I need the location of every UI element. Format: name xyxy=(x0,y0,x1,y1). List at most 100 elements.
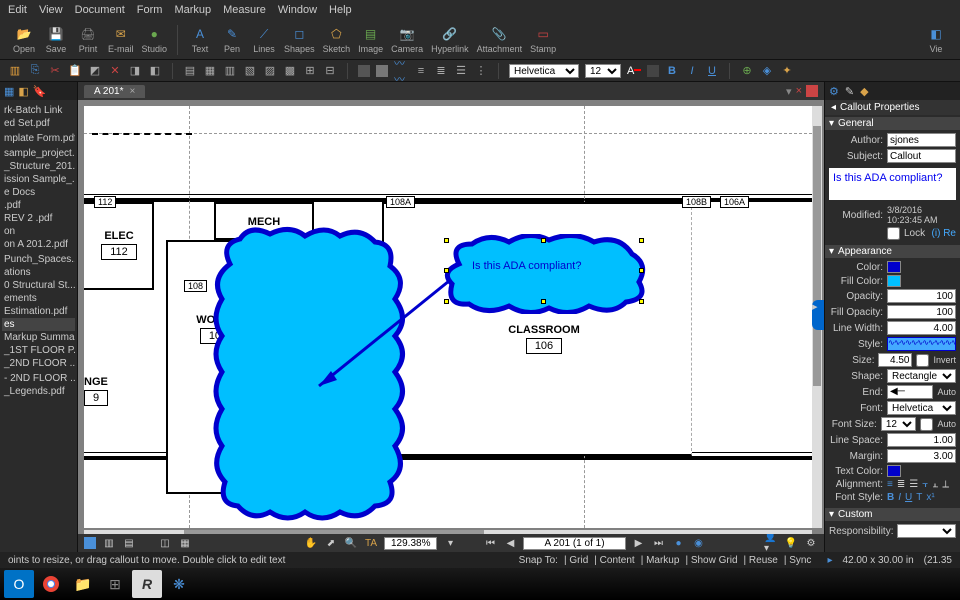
revu-icon[interactable]: R xyxy=(132,570,162,598)
file-item[interactable]: _1ST FLOOR P... xyxy=(2,344,75,357)
clip-icon[interactable]: ◩ xyxy=(88,64,102,78)
canvas[interactable]: ELEC112 NGE9 MECH WOMEN108 MEN CLASSROOM… xyxy=(78,100,824,534)
callout-bubble[interactable] xyxy=(434,234,654,314)
props-pen-icon[interactable]: ✎ xyxy=(845,85,854,98)
line4-icon[interactable]: ⋮ xyxy=(474,64,488,78)
prev-page-icon[interactable]: ◀ xyxy=(503,536,517,550)
tab-nav-left-icon[interactable]: ▾ xyxy=(786,85,792,98)
t1-icon[interactable]: ⊕ xyxy=(740,64,754,78)
document-tab[interactable]: A 201* × xyxy=(84,85,145,98)
page-indicator[interactable]: A 201 (1 of 1) xyxy=(523,537,625,550)
file-tab-icon[interactable]: ◧ xyxy=(18,85,28,98)
file-item[interactable]: .pdf xyxy=(2,199,75,212)
h-scrollbar[interactable] xyxy=(84,530,812,534)
al5-icon[interactable]: ▨ xyxy=(263,64,277,78)
app6-icon[interactable]: ❋ xyxy=(164,570,194,598)
font-select-prop[interactable]: Helvetica xyxy=(887,401,956,415)
callout-text[interactable]: Is this ADA compliant? xyxy=(472,260,581,272)
size-input[interactable] xyxy=(878,353,912,367)
sw1-icon[interactable] xyxy=(358,65,370,77)
pan-icon[interactable]: ✋ xyxy=(304,536,318,550)
underline-icon[interactable]: U xyxy=(705,64,719,78)
line1-icon[interactable]: ≡ xyxy=(414,64,428,78)
reset-link[interactable]: (i) Re xyxy=(929,228,956,239)
file-item[interactable]: es xyxy=(2,318,75,331)
t2-icon[interactable]: ◈ xyxy=(760,64,774,78)
select-icon[interactable]: ⬈ xyxy=(324,536,338,550)
file-item[interactable]: REV 2 .pdf xyxy=(2,212,75,225)
file-item[interactable]: _Structure_201... xyxy=(2,160,75,173)
align-top-icon[interactable]: ⫟ xyxy=(922,479,928,490)
view5-icon[interactable]: ▦ xyxy=(178,536,192,550)
close-tab-icon[interactable]: × xyxy=(129,86,135,97)
file-item[interactable]: sample_project... xyxy=(2,147,75,160)
line3-icon[interactable]: ☰ xyxy=(454,64,468,78)
file-item[interactable]: rk-Batch Link xyxy=(2,104,75,117)
color-swatch[interactable] xyxy=(887,261,901,273)
highlight-icon[interactable] xyxy=(647,65,659,77)
file-item[interactable]: Punch_Spaces... xyxy=(2,253,75,266)
props-gear-icon[interactable]: ⚙ xyxy=(829,85,839,98)
snap-5[interactable]: Reuse xyxy=(749,555,778,566)
al1-icon[interactable]: ▤ xyxy=(183,64,197,78)
gear-icon[interactable]: ⚙ xyxy=(804,536,818,550)
al7-icon[interactable]: ⊞ xyxy=(303,64,317,78)
align-left-icon[interactable]: ≡ xyxy=(887,479,893,490)
lock-checkbox[interactable] xyxy=(887,227,900,240)
file-item[interactable]: 0 Structural St... xyxy=(2,279,75,292)
snap-1[interactable]: Grid xyxy=(569,555,588,566)
font-size-select[interactable]: 12 xyxy=(585,64,621,78)
end-select[interactable]: ◀─ xyxy=(887,385,933,399)
comment-text[interactable]: Is this ADA compliant? xyxy=(829,168,956,200)
al4-icon[interactable]: ▧ xyxy=(243,64,257,78)
view2-icon[interactable]: ▥ xyxy=(102,536,116,550)
first-page-icon[interactable]: ⏮ xyxy=(483,536,497,550)
auto-checkbox[interactable] xyxy=(920,418,933,431)
super-btn[interactable]: x¹ xyxy=(926,492,934,503)
view3-icon[interactable]: ▤ xyxy=(122,536,136,550)
zoom-icon[interactable]: 🔍 xyxy=(344,536,358,550)
fontsize-select[interactable]: 12 xyxy=(881,417,917,431)
right-edge-handle[interactable]: ▸ xyxy=(812,300,824,330)
al8-icon[interactable]: ⊟ xyxy=(323,64,337,78)
snap-6[interactable]: Sync xyxy=(789,555,811,566)
author-input[interactable] xyxy=(887,133,956,147)
linewidth-input[interactable] xyxy=(887,321,956,335)
strike-btn[interactable]: T xyxy=(916,492,922,503)
file-item[interactable]: ission Sample_... xyxy=(2,173,75,186)
menu-window[interactable]: Window xyxy=(278,4,317,16)
outlook-icon[interactable]: O xyxy=(4,570,34,598)
next-page-icon[interactable]: ▶ xyxy=(632,536,646,550)
sw2-icon[interactable] xyxy=(376,65,388,77)
tab-split-icon[interactable] xyxy=(806,85,818,97)
studio-button[interactable]: ●Studio xyxy=(138,25,172,54)
menu-document[interactable]: Document xyxy=(75,4,125,16)
open-button[interactable]: 📂Open xyxy=(8,25,40,54)
file-item[interactable]: e Docs xyxy=(2,186,75,199)
opacity-input[interactable] xyxy=(887,289,956,303)
font-color-icon[interactable]: A xyxy=(627,64,641,78)
menu-form[interactable]: Form xyxy=(137,4,163,16)
sketch-button[interactable]: ⬠Sketch xyxy=(319,25,355,54)
print-button[interactable]: 🖨Print xyxy=(72,25,104,54)
snap-0[interactable]: Snap To: xyxy=(519,555,558,566)
hyperlink-button[interactable]: 🔗Hyperlink xyxy=(427,25,473,54)
pen-button[interactable]: ✎Pen xyxy=(216,25,248,54)
menu-view[interactable]: View xyxy=(39,4,63,16)
file-item[interactable]: Estimation.pdf xyxy=(2,305,75,318)
file-item[interactable]: _2ND FLOOR ... xyxy=(2,357,75,370)
menu-markup[interactable]: Markup xyxy=(174,4,211,16)
al3-icon[interactable]: ▥ xyxy=(223,64,237,78)
attachment-button[interactable]: 📎Attachment xyxy=(473,25,527,54)
file-item[interactable]: mplate Form.pdf xyxy=(2,132,75,145)
align-center-icon[interactable]: ≣ xyxy=(897,479,905,490)
dim-icon[interactable]: 💡 xyxy=(784,536,798,550)
textcolor-swatch[interactable] xyxy=(887,465,901,477)
zoom-dropdown-icon[interactable]: ▾ xyxy=(443,536,457,550)
stamp-button[interactable]: ▭Stamp xyxy=(526,25,560,54)
align-bot-icon[interactable]: ⟂ xyxy=(942,479,949,490)
menu-help[interactable]: Help xyxy=(329,4,352,16)
fillopacity-input[interactable] xyxy=(887,305,956,319)
view4-icon[interactable]: ◫ xyxy=(158,536,172,550)
zoom-level[interactable]: 129.38% xyxy=(384,537,437,550)
